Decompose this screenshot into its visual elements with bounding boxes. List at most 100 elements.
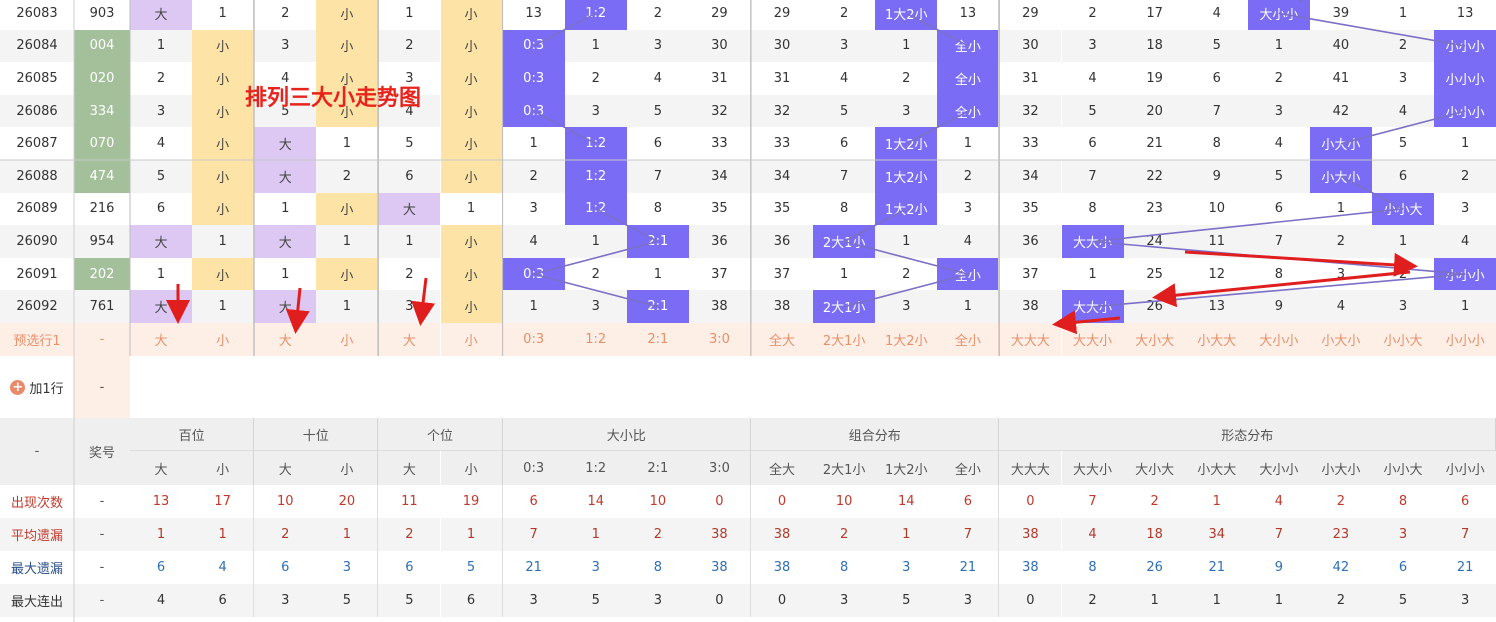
trend-cell: 2大1小	[813, 290, 876, 323]
trend-cell: 31	[999, 62, 1062, 95]
preselect-option[interactable]: 大	[130, 323, 193, 356]
trend-cell: 6	[1185, 62, 1248, 95]
trend-cell: 3	[875, 94, 938, 128]
preselect-option[interactable]: 1:2	[564, 323, 627, 356]
preselect-option[interactable]: 大大大	[999, 323, 1062, 356]
trend-cell: 24	[1123, 225, 1186, 258]
trend-cell: 7	[1061, 160, 1124, 193]
trend-cell: 小小小	[1434, 94, 1496, 128]
trend-cell: 大	[378, 192, 441, 226]
trend-cell: 大	[254, 127, 317, 160]
trend-cell: 39	[1309, 0, 1372, 30]
trend-cell: 1	[937, 290, 1000, 323]
stat-value: 8	[813, 551, 876, 584]
header-group: 十位	[254, 418, 379, 451]
preselect-option[interactable]: 大小大	[1123, 323, 1186, 356]
stat-value: 5	[564, 584, 627, 617]
trend-cell: 6	[626, 127, 689, 160]
trend-cell: 小	[440, 29, 503, 63]
stat-label: 平均遗漏	[0, 518, 74, 551]
preselect-option[interactable]: 小大大	[1185, 323, 1248, 356]
stat-value: 6	[192, 584, 255, 617]
trend-cell: 6	[1372, 160, 1435, 193]
preselect-option[interactable]: 全大	[751, 323, 814, 356]
trend-cell: 0:3	[502, 94, 565, 128]
preselect-option[interactable]: 大大小	[1061, 323, 1124, 356]
trend-cell: 6	[378, 160, 441, 193]
trend-cell: 大大小	[1061, 290, 1124, 323]
preselect-option[interactable]: 小	[192, 323, 255, 356]
preselect-option[interactable]: 1大2小	[875, 323, 938, 356]
trend-cell: 4	[937, 225, 1000, 258]
stat-value: 17	[192, 485, 255, 518]
trend-cell: 3	[130, 94, 193, 128]
preselect-option[interactable]: 2大1小	[813, 323, 876, 356]
trend-cell: 29	[688, 0, 751, 30]
stat-value: 10	[254, 485, 317, 518]
issue-cell: 26083	[0, 0, 74, 30]
stat-value: 3	[564, 551, 627, 584]
header-group: 大小比	[502, 418, 751, 451]
preselect-option[interactable]: 2:1	[626, 323, 689, 356]
stat-value: 34	[1185, 518, 1248, 551]
trend-cell: 7	[626, 160, 689, 193]
header-sub: 大	[130, 451, 193, 485]
trend-cell: 1:2	[564, 160, 627, 193]
trend-cell: 9	[1185, 160, 1248, 193]
trend-cell: 1	[1434, 127, 1496, 160]
issue-cell: 26090	[0, 225, 74, 258]
trend-cell: 1	[192, 290, 255, 323]
header-sub: 2:1	[626, 451, 689, 485]
preselect-option[interactable]: 全小	[937, 323, 1000, 356]
trend-cell: 30	[688, 29, 751, 63]
trend-cell: 31	[688, 62, 751, 95]
stat-value: 7	[937, 518, 1000, 551]
winning-number-cell: 903	[74, 0, 130, 30]
trend-cell: 大小小	[1247, 0, 1310, 30]
trend-cell: 13	[1434, 0, 1496, 30]
trend-cell: 2	[502, 160, 565, 193]
header-sub: 大大大	[999, 451, 1062, 485]
stat-value: 6	[937, 485, 1000, 518]
stat-value: 38	[999, 518, 1062, 551]
trend-cell: 3	[937, 192, 1000, 226]
trend-cell: 7	[813, 160, 876, 193]
preselect-option[interactable]: 大	[254, 323, 317, 356]
preselect-option[interactable]: 小小小	[1434, 323, 1496, 356]
trend-cell: 3	[1372, 62, 1435, 95]
trend-cell: 小大小	[1309, 160, 1372, 193]
trend-cell: 1	[1247, 29, 1310, 63]
stat-value: 0	[751, 485, 814, 518]
preselect-option[interactable]: 0:3	[502, 323, 565, 356]
preselect-option[interactable]: 小大小	[1309, 323, 1372, 356]
stat-value: 6	[254, 551, 317, 584]
stat-value: 3	[626, 584, 689, 617]
stat-value: 6	[502, 485, 565, 518]
trend-cell: 1	[502, 127, 565, 160]
trend-cell: 1:2	[564, 0, 627, 30]
trend-cell: 3	[626, 29, 689, 63]
preselect-option[interactable]: 大	[378, 323, 441, 356]
stat-value: 42	[1309, 551, 1372, 584]
stat-value: 5	[440, 551, 503, 584]
trend-cell: 32	[999, 94, 1062, 128]
winning-number-cell: 004	[74, 29, 130, 63]
add-row-button[interactable]: + 加1行	[0, 356, 74, 418]
preselect-option[interactable]: 小	[440, 323, 503, 356]
trend-cell: 9	[1247, 290, 1310, 323]
header-sub: 3:0	[688, 451, 751, 485]
trend-cell: 1	[875, 29, 938, 63]
header-sub: 小小小	[1434, 451, 1496, 485]
trend-cell: 4	[130, 127, 193, 160]
preselect-option[interactable]: 小	[316, 323, 379, 356]
preselect-option[interactable]: 大小小	[1247, 323, 1310, 356]
trend-cell: 34	[688, 160, 751, 193]
trend-cell: 大	[130, 225, 193, 258]
preselect-option[interactable]: 小小大	[1372, 323, 1435, 356]
issue-cell: 26085	[0, 62, 74, 95]
stat-value: 38	[751, 551, 814, 584]
preselect-option[interactable]: 3:0	[688, 323, 751, 356]
trend-cell: 1	[875, 225, 938, 258]
stat-value: 7	[502, 518, 565, 551]
trend-cell: 8	[626, 192, 689, 226]
